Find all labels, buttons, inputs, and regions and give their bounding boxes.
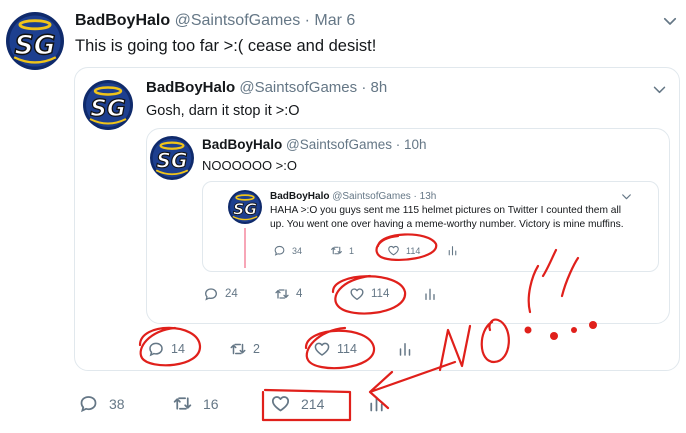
display-name[interactable]: BadBoyHalo — [202, 137, 282, 152]
tweet-text-line: up. You went one over having a meme-wort… — [270, 219, 624, 230]
retweet-icon — [229, 340, 247, 358]
like-button[interactable]: 114 — [313, 340, 357, 358]
reply-count: 34 — [292, 245, 303, 256]
reply-count: 24 — [225, 288, 238, 300]
avatar-logo — [150, 136, 194, 180]
avatar[interactable] — [228, 190, 262, 224]
avatar-logo — [6, 12, 64, 70]
reply-icon — [78, 393, 99, 414]
like-button[interactable]: 114 — [349, 286, 389, 302]
timestamp[interactable]: · 8h — [361, 79, 387, 96]
retweet-button[interactable]: 1 — [330, 244, 354, 257]
reply-button[interactable]: 34 — [273, 244, 302, 257]
reply-count: 14 — [171, 342, 185, 356]
reply-button[interactable]: 38 — [78, 393, 125, 414]
analytics-icon — [422, 286, 438, 302]
like-icon — [270, 393, 291, 414]
tweet-header: BadBoyHalo @SaintsofGames · Mar 6 — [75, 12, 355, 30]
reply-icon — [273, 244, 286, 257]
avatar[interactable] — [6, 12, 64, 70]
thread-line — [244, 228, 246, 268]
timestamp[interactable]: · 10h — [396, 137, 427, 152]
analytics-icon — [396, 340, 414, 358]
handle[interactable]: @SaintsofGames — [332, 191, 411, 202]
retweet-count: 1 — [349, 245, 355, 256]
retweet-button[interactable]: 16 — [172, 393, 219, 414]
like-count: 114 — [337, 342, 357, 356]
display-name[interactable]: BadBoyHalo — [75, 12, 170, 29]
tweet-header: BadBoyHalo @SaintsofGames · 10h — [202, 137, 427, 152]
like-icon — [313, 340, 331, 358]
tweet-text-line: HAHA >:O you guys sent me 115 helmet pic… — [270, 205, 621, 216]
handle[interactable]: @SaintsofGames — [286, 137, 392, 152]
handle[interactable]: @SaintsofGames — [175, 12, 301, 29]
timestamp[interactable]: · 13h — [414, 191, 437, 202]
reply-button[interactable]: 14 — [147, 340, 185, 358]
tweet-header: BadBoyHalo @SaintsofGames · 8h — [146, 79, 387, 96]
like-button[interactable]: 214 — [270, 393, 324, 414]
timestamp[interactable]: · Mar 6 — [305, 12, 356, 29]
analytics-button[interactable] — [396, 340, 414, 358]
tweet-text: Gosh, darn it stop it >:O — [146, 103, 300, 119]
avatar-logo — [228, 190, 262, 224]
retweet-count: 2 — [253, 342, 260, 356]
avatar[interactable] — [150, 136, 194, 180]
retweet-button[interactable]: 4 — [274, 286, 302, 302]
analytics-button[interactable] — [422, 286, 438, 302]
retweet-icon — [172, 393, 193, 414]
like-count: 214 — [301, 395, 325, 412]
tweet-text: NOOOOOO >:O — [202, 158, 297, 173]
like-icon — [387, 244, 400, 257]
reply-icon — [203, 286, 219, 302]
retweet-icon — [274, 286, 290, 302]
like-icon — [349, 286, 365, 302]
retweet-count: 4 — [296, 288, 303, 300]
handle[interactable]: @SaintsofGames — [239, 79, 357, 96]
tweet-text: This is going too far >:( cease and desi… — [75, 37, 377, 55]
analytics-button[interactable] — [366, 393, 387, 414]
retweet-count: 16 — [203, 395, 219, 412]
reply-icon — [147, 340, 165, 358]
like-count: 114 — [371, 288, 390, 300]
avatar-logo — [83, 80, 133, 130]
chevron-down-icon[interactable] — [620, 190, 633, 203]
reply-count: 38 — [109, 395, 125, 412]
retweet-icon — [330, 244, 343, 257]
analytics-icon — [366, 393, 387, 414]
like-count: 114 — [406, 245, 421, 256]
retweet-button[interactable]: 2 — [229, 340, 260, 358]
chevron-down-icon[interactable] — [651, 81, 668, 98]
reply-button[interactable]: 24 — [203, 286, 238, 302]
display-name[interactable]: BadBoyHalo — [146, 79, 235, 96]
chevron-down-icon[interactable] — [661, 12, 679, 30]
like-button[interactable]: 114 — [387, 244, 420, 257]
avatar[interactable] — [83, 80, 133, 130]
tweet-header: BadBoyHalo @SaintsofGames · 13h — [270, 191, 436, 202]
display-name[interactable]: BadBoyHalo — [270, 191, 329, 202]
analytics-icon — [446, 244, 459, 257]
analytics-button[interactable] — [446, 244, 459, 257]
